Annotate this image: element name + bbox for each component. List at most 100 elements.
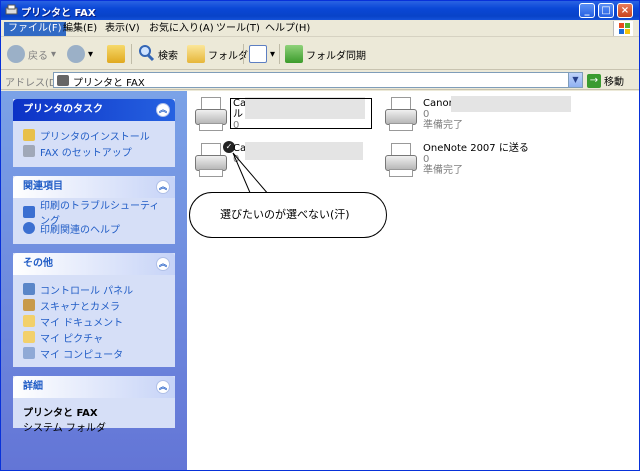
add-printer-link[interactable]: プリンタのインストール	[23, 127, 165, 143]
my-documents-link[interactable]: マイ ドキュメント	[23, 313, 165, 329]
toolbar: 戻る ▾ ▾ 検索 フォルダ ▾ フォルダ同期	[1, 38, 639, 70]
title-bar[interactable]: プリンタと FAX _ □ ×	[1, 1, 639, 20]
window-title: プリンタと FAX	[21, 8, 96, 19]
link-label: マイ ドキュメント	[40, 317, 124, 329]
go-arrow-icon: →	[587, 73, 601, 88]
collapse-chevron-icon[interactable]: ︽	[156, 257, 170, 271]
folders-label: フォルダ	[208, 50, 248, 62]
maximize-button[interactable]: □	[598, 3, 614, 18]
forward-button[interactable]: ▾	[67, 43, 93, 65]
toolbar-divider	[243, 44, 244, 64]
printer-folder-icon	[57, 75, 69, 86]
up-folder-button[interactable]	[107, 43, 125, 65]
printer-name: OneNote 2007 に送る	[423, 143, 529, 154]
printer-icon[interactable]	[383, 95, 419, 133]
forward-arrow-icon	[67, 45, 85, 63]
menu-edit[interactable]: 編集(E)	[59, 22, 101, 36]
up-folder-icon	[107, 45, 125, 63]
close-button[interactable]: ×	[617, 3, 633, 18]
go-button[interactable]: → 移動	[587, 72, 637, 89]
my-pictures-link[interactable]: マイ ピクチャ	[23, 329, 165, 345]
documents-folder-icon	[23, 315, 35, 327]
views-grid-icon	[249, 45, 267, 63]
redacted-text	[451, 96, 571, 112]
search-label: 検索	[158, 50, 178, 62]
details-name: プリンタと FAX	[23, 408, 98, 419]
link-label: 印刷関連のヘルプ	[40, 224, 120, 236]
views-button[interactable]: ▾	[249, 43, 275, 65]
link-label: プリンタのインストール	[40, 131, 150, 143]
scanner-icon	[23, 299, 35, 311]
details-panel: 詳細 ︽ プリンタと FAX システム フォルダ	[13, 376, 175, 434]
search-icon	[137, 44, 155, 65]
windows-logo-icon	[613, 21, 633, 36]
chevron-down-icon: ▾	[88, 48, 94, 60]
help-book-icon	[23, 206, 35, 218]
back-arrow-icon	[7, 45, 25, 63]
fax-icon	[23, 145, 35, 157]
task-pane: プリンタのタスク ︽ プリンタのインストール FAX のセットアップ 関連項目 …	[1, 91, 187, 470]
link-label: マイ ピクチャ	[40, 333, 104, 345]
menu-favorites[interactable]: お気に入り(A)	[145, 22, 218, 36]
selection-rectangle	[230, 98, 372, 129]
link-label: コントロール パネル	[40, 285, 134, 297]
printer-list: Ca ルト 0 Canon 0 準備完了 ✓ Ca 0 OneNote 2007…	[187, 91, 639, 470]
related-panel: 関連項目 ︽ 印刷のトラブルシューティング 印刷関連のヘルプ	[13, 176, 175, 244]
back-label: 戻る	[28, 50, 48, 62]
minimize-button[interactable]: _	[579, 3, 595, 18]
printer-folder-icon	[5, 4, 18, 16]
toolbar-divider	[131, 44, 132, 64]
menu-help[interactable]: ヘルプ(H)	[261, 22, 314, 36]
callout-pointer	[232, 152, 270, 196]
my-computer-link[interactable]: マイ コンピュータ	[23, 345, 165, 361]
details-type: システム フォルダ	[23, 423, 106, 434]
related-header[interactable]: 関連項目 ︽	[13, 176, 175, 198]
address-dropdown-button[interactable]: ▼	[568, 73, 582, 87]
control-panel-link[interactable]: コントロール パネル	[23, 281, 165, 297]
details-header[interactable]: 詳細 ︽	[13, 376, 175, 398]
folder-sync-label: フォルダ同期	[306, 50, 366, 62]
address-field[interactable]: プリンタと FAX ▼	[53, 72, 583, 89]
printer-icon[interactable]	[383, 141, 419, 179]
add-printer-icon	[23, 129, 35, 141]
print-troubleshooting-link[interactable]: 印刷のトラブルシューティング	[23, 201, 165, 227]
toolbar-divider	[279, 44, 280, 64]
callout-text: 選びたいのが選べない(汗)	[220, 208, 350, 221]
collapse-chevron-icon[interactable]: ︽	[156, 180, 170, 194]
other-places-panel: その他 ︽ コントロール パネル スキャナとカメラ マイ ドキュメント マイ ピ…	[13, 253, 175, 367]
panel-title: プリンタのタスク	[23, 104, 103, 115]
control-panel-icon	[23, 283, 35, 295]
callout-bubble: 選びたいのが選べない(汗)	[189, 192, 387, 238]
printer-docs: 0	[423, 154, 430, 165]
menu-tools[interactable]: ツール(T)	[212, 22, 264, 36]
printer-icon[interactable]	[193, 95, 229, 133]
printer-tasks-header[interactable]: プリンタのタスク ︽	[13, 99, 175, 121]
computer-icon	[23, 347, 35, 359]
menu-view[interactable]: 表示(V)	[101, 22, 144, 36]
explorer-window: プリンタと FAX _ □ × ファイル(F) 編集(E) 表示(V) お気に入…	[0, 0, 640, 471]
collapse-chevron-icon[interactable]: ︽	[156, 380, 170, 394]
collapse-chevron-icon[interactable]: ︽	[156, 103, 170, 117]
address-value: プリンタと FAX	[73, 78, 145, 89]
scanners-cameras-link[interactable]: スキャナとカメラ	[23, 297, 165, 313]
search-button[interactable]: 検索	[137, 43, 178, 65]
chevron-down-icon: ▾	[51, 48, 57, 60]
printer-status: 準備完了	[423, 165, 463, 176]
folder-icon	[187, 45, 205, 63]
panel-title: 詳細	[23, 381, 43, 392]
other-places-header[interactable]: その他 ︽	[13, 253, 175, 275]
pictures-folder-icon	[23, 331, 35, 343]
go-label: 移動	[604, 77, 624, 88]
address-bar: アドレス(D) プリンタと FAX ▼ → 移動	[1, 71, 639, 90]
back-button[interactable]: 戻る ▾	[7, 43, 56, 65]
printer-status: 準備完了	[423, 120, 463, 131]
fax-setup-link[interactable]: FAX のセットアップ	[23, 143, 165, 159]
sync-icon	[285, 45, 303, 63]
printer-item-label[interactable]: OneNote 2007 に送る 0 準備完了	[423, 143, 529, 176]
menu-file[interactable]: ファイル(F)	[4, 22, 66, 36]
link-label: スキャナとカメラ	[40, 301, 120, 313]
menu-bar: ファイル(F) 編集(E) 表示(V) お気に入り(A) ツール(T) ヘルプ(…	[1, 20, 639, 37]
link-label: FAX のセットアップ	[40, 147, 132, 159]
folders-button[interactable]: フォルダ	[187, 43, 248, 65]
folder-sync-button[interactable]: フォルダ同期	[285, 43, 366, 65]
